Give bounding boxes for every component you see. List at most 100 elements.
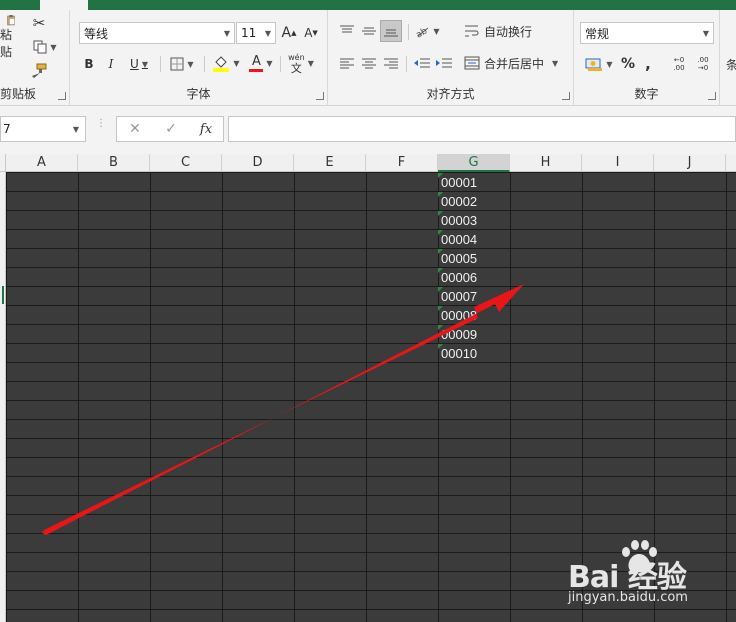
- fill-color-button[interactable]: ▼: [210, 52, 242, 74]
- cell-g8[interactable]: 00008: [438, 306, 510, 325]
- increase-decimal-label: ←0 .00: [673, 56, 685, 72]
- decrease-indent-button[interactable]: [412, 54, 432, 72]
- close-icon: ✕: [129, 121, 141, 137]
- paint-bucket-icon: [213, 56, 230, 72]
- name-box[interactable]: 7 ▼: [0, 116, 86, 142]
- column-header-i[interactable]: I: [582, 154, 654, 172]
- bold-button[interactable]: B: [80, 54, 98, 74]
- cut-button[interactable]: ✂: [30, 14, 48, 32]
- comma-button[interactable]: ,: [640, 54, 656, 74]
- bottom-align-button[interactable]: [380, 20, 402, 42]
- grow-font-button[interactable]: A ▲: [280, 24, 298, 42]
- align-left-button[interactable]: [338, 54, 356, 72]
- column-header-c[interactable]: C: [150, 154, 222, 172]
- decrease-decimal-button[interactable]: .00 →0: [692, 52, 714, 76]
- alignment-group-label: 对齐方式: [426, 87, 475, 101]
- align-center-button[interactable]: [360, 54, 378, 72]
- top-align-button[interactable]: [338, 22, 356, 40]
- formula-bar: 7 ▼ ⋮ ✕ ✓ fx: [0, 112, 736, 148]
- column-header-e[interactable]: E: [294, 154, 366, 172]
- column-header-j[interactable]: J: [654, 154, 726, 172]
- caret-up-icon: ▲: [291, 29, 297, 37]
- wrap-text-label: 自动换行: [484, 24, 533, 39]
- italic-label: I: [108, 57, 114, 71]
- middle-align-button[interactable]: [360, 22, 378, 40]
- formula-buttons: ✕ ✓ fx: [116, 116, 224, 142]
- divider: [160, 56, 161, 72]
- alignment-dialog-launcher[interactable]: [562, 92, 570, 100]
- format-painter-button[interactable]: [30, 62, 48, 80]
- font-color-button[interactable]: A ▼: [246, 52, 276, 74]
- chevron-down-icon: ▼: [266, 58, 273, 68]
- border-icon: [170, 57, 184, 71]
- orientation-button[interactable]: ab ▼: [412, 22, 442, 40]
- borders-button[interactable]: ▼: [166, 54, 198, 74]
- cancel-button[interactable]: ✕: [125, 120, 145, 138]
- chevron-down-icon: ▼: [433, 26, 440, 36]
- text-orientation-icon: ab: [415, 26, 430, 38]
- cell-g4[interactable]: 00004: [438, 230, 510, 249]
- increase-decimal-button[interactable]: ←0 .00: [668, 52, 690, 76]
- align-bottom-icon: [384, 29, 398, 37]
- column-header-g[interactable]: G: [438, 154, 510, 172]
- increase-indent-button[interactable]: [434, 54, 454, 72]
- cell-g6[interactable]: 00006: [438, 268, 510, 287]
- italic-button[interactable]: I: [102, 54, 120, 74]
- cell-g7[interactable]: 00007: [438, 287, 510, 306]
- column-header-b[interactable]: B: [78, 154, 150, 172]
- chevron-down-icon: ▼: [141, 59, 148, 69]
- chevron-down-icon: ▼: [264, 29, 271, 38]
- divider: [406, 56, 407, 72]
- function-icon: fx: [199, 121, 213, 137]
- font-name-combo[interactable]: 等线 ▼: [79, 22, 235, 44]
- scissors-icon: ✂: [32, 14, 46, 32]
- cell-g3[interactable]: 00003: [438, 211, 510, 230]
- caret-down-icon: ▼: [312, 29, 318, 37]
- title-bar: [0, 0, 736, 10]
- tab-home[interactable]: [40, 0, 88, 10]
- currency-icon: [585, 58, 603, 71]
- percent-button[interactable]: %: [618, 54, 638, 74]
- column-header-f[interactable]: F: [366, 154, 438, 172]
- font-group: 等线 ▼ 11 ▼ A ▲ A ▼ B I U ▼ ▼ ▼ A ▼ wén 文 …: [70, 10, 328, 106]
- cell-g10[interactable]: 00010: [438, 344, 510, 363]
- align-right-button[interactable]: [382, 54, 400, 72]
- formula-input[interactable]: [228, 116, 736, 142]
- chevron-down-icon: ▼: [233, 58, 240, 68]
- clipboard-dialog-launcher[interactable]: [58, 92, 66, 100]
- divider: [280, 56, 281, 72]
- wrap-text-button[interactable]: 自动换行: [464, 22, 554, 40]
- font-size-combo[interactable]: 11 ▼: [236, 22, 276, 44]
- column-header-h[interactable]: H: [510, 154, 582, 172]
- cell-g1[interactable]: 00001: [438, 173, 510, 192]
- accounting-format-button[interactable]: ▼: [582, 54, 616, 74]
- column-header-d[interactable]: D: [222, 154, 294, 172]
- copy-button[interactable]: ▼: [30, 38, 60, 56]
- paste-button[interactable]: 粘贴: [0, 14, 22, 60]
- cell-g5[interactable]: 00005: [438, 249, 510, 268]
- insert-function-button[interactable]: fx: [195, 120, 217, 138]
- merge-cells-icon: [464, 56, 480, 70]
- cell-g2[interactable]: 00002: [438, 192, 510, 211]
- column-header-a[interactable]: A: [6, 154, 78, 172]
- column-header-row: A B C D E F G H I J: [0, 154, 736, 172]
- align-center-icon: [362, 58, 376, 69]
- column-header-k-partial[interactable]: [726, 154, 736, 172]
- enter-button[interactable]: ✓: [161, 120, 181, 138]
- resize-handle[interactable]: ⋮: [96, 119, 106, 136]
- font-name-value: 等线: [84, 26, 109, 41]
- cell-g9[interactable]: 00009: [438, 325, 510, 344]
- number-dialog-launcher[interactable]: [708, 92, 716, 100]
- underline-label: U: [130, 57, 139, 71]
- number-format-combo[interactable]: 常规 ▼: [580, 22, 714, 44]
- conditional-format-button-partial[interactable]: 条: [726, 54, 736, 74]
- merge-center-label: 合并后居中: [484, 56, 545, 71]
- chevron-down-icon: ▼: [702, 29, 709, 38]
- font-dialog-launcher[interactable]: [316, 92, 324, 100]
- merge-center-button[interactable]: 合并后居中 ▼: [464, 54, 564, 72]
- outdent-icon: [414, 58, 430, 68]
- phonetic-button[interactable]: wén 文 ▼: [284, 50, 318, 76]
- shrink-font-button[interactable]: A ▼: [302, 24, 320, 42]
- underline-button[interactable]: U ▼: [124, 54, 154, 74]
- bold-label: B: [84, 57, 94, 71]
